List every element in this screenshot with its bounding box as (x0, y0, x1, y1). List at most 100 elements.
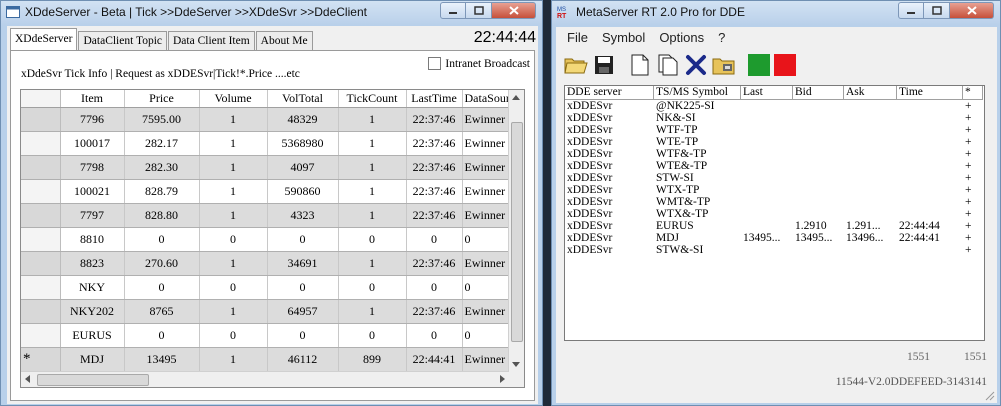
row-selector[interactable] (21, 131, 61, 156)
open-folder-button[interactable] (564, 53, 588, 77)
vertical-scroll-thumb[interactable] (511, 122, 523, 342)
cell-voltotal[interactable]: 0 (267, 227, 339, 252)
cell-item[interactable]: 7798 (60, 155, 125, 180)
row-selector[interactable] (21, 275, 61, 300)
cell-price[interactable]: 0 (124, 227, 200, 252)
list-item[interactable]: xDDESvr MDJ 13495... 13495... 13496... 22:44:… (565, 232, 984, 244)
cell-item[interactable]: EURUS (60, 323, 125, 348)
resize-grip-icon[interactable] (985, 391, 995, 401)
cell-voltotal[interactable]: 46112 (267, 347, 339, 372)
grid-horizontal-scrollbar[interactable] (21, 371, 509, 387)
cell-voltotal[interactable]: 0 (267, 275, 339, 300)
cell-tickcount[interactable]: 0 (338, 275, 407, 300)
cell-tickcount[interactable]: 1 (338, 203, 407, 228)
right-maximize-button[interactable] (924, 2, 950, 19)
table-row[interactable]: NKY 0 0 0 0 0 0 (21, 275, 524, 300)
cell-volume[interactable]: 1 (199, 299, 268, 324)
list-item[interactable]: xDDESvr WTX&-TP + (565, 208, 984, 220)
cell-price[interactable]: 0 (124, 323, 200, 348)
column-header-symbol[interactable]: TS/MS Symbol (654, 86, 741, 100)
cell-tickcount[interactable]: 1 (338, 299, 407, 324)
row-selector[interactable] (21, 107, 61, 132)
cell-tickcount[interactable]: 1 (338, 155, 407, 180)
column-header-star[interactable]: * (963, 86, 983, 100)
folder-settings-button[interactable] (712, 53, 736, 77)
column-header-tickcount[interactable]: TickCount (338, 90, 407, 108)
intranet-broadcast-option[interactable]: Intranet Broadcast (428, 57, 530, 70)
table-row[interactable]: 100021 828.79 1 590860 1 22:37:46 Ewinner (21, 179, 524, 204)
cell-lasttime[interactable]: 22:37:46 (406, 107, 463, 132)
cell-lasttime[interactable]: 22:44:41 (406, 347, 463, 372)
row-selector[interactable] (21, 179, 61, 204)
row-selector[interactable] (21, 251, 61, 276)
cell-tickcount[interactable]: 1 (338, 131, 407, 156)
copy-document-button[interactable] (656, 53, 680, 77)
row-selector-header[interactable] (21, 90, 61, 108)
table-row[interactable]: 8823 270.60 1 34691 1 22:37:46 Ewinner (21, 251, 524, 276)
column-header-voltotal[interactable]: VolTotal (267, 90, 339, 108)
cell-tickcount[interactable]: 899 (338, 347, 407, 372)
cell-item[interactable]: 100021 (60, 179, 125, 204)
cell-lasttime[interactable]: 22:37:46 (406, 203, 463, 228)
cell-tickcount[interactable]: 1 (338, 107, 407, 132)
cell-volume[interactable]: 0 (199, 323, 268, 348)
column-header-price[interactable]: Price (124, 90, 200, 108)
cell-item[interactable]: 8810 (60, 227, 125, 252)
list-item[interactable]: xDDESvr WTE-TP + (565, 136, 984, 148)
cell-item[interactable]: NKY (60, 275, 125, 300)
cell-lasttime[interactable]: 0 (406, 227, 463, 252)
new-document-button[interactable] (628, 53, 652, 77)
cell-price[interactable]: 0 (124, 275, 200, 300)
cell-lasttime[interactable]: 22:37:46 (406, 179, 463, 204)
cell-price[interactable]: 13495 (124, 347, 200, 372)
list-item[interactable]: xDDESvr STW&-SI + (565, 244, 984, 256)
tab-about-me[interactable]: About Me (255, 31, 313, 50)
cell-lasttime[interactable]: 22:37:46 (406, 251, 463, 276)
cell-volume[interactable]: 1 (199, 203, 268, 228)
table-row[interactable]: NKY202 8765 1 64957 1 22:37:46 Ewinner (21, 299, 524, 324)
table-row[interactable]: 8810 0 0 0 0 0 0 (21, 227, 524, 252)
list-item[interactable]: xDDESvr WMT&-TP + (565, 196, 984, 208)
scroll-down-arrow-icon[interactable] (512, 362, 520, 367)
list-item[interactable]: xDDESvr WTF&-TP + (565, 148, 984, 160)
grid-vertical-scrollbar[interactable] (508, 90, 524, 387)
cell-volume[interactable]: 1 (199, 131, 268, 156)
column-header-time[interactable]: Time (897, 86, 963, 100)
cell-lasttime[interactable]: 0 (406, 323, 463, 348)
cell-tickcount[interactable]: 1 (338, 179, 407, 204)
cell-volume[interactable]: 1 (199, 251, 268, 276)
column-header-last[interactable]: Last (741, 86, 793, 100)
column-header-ask[interactable]: Ask (844, 86, 897, 100)
cell-item[interactable]: NKY202 (60, 299, 125, 324)
column-header-lasttime[interactable]: LastTime (406, 90, 463, 108)
list-item[interactable]: xDDESvr NK&-SI + (565, 112, 984, 124)
right-minimize-button[interactable] (898, 2, 924, 19)
symbol-list[interactable]: DDE server TS/MS Symbol Last Bid Ask Tim… (564, 85, 985, 341)
right-titlebar[interactable]: MS RT MetaServer RT 2.0 Pro for DDE (552, 1, 1000, 25)
row-selector[interactable] (21, 155, 61, 180)
table-row[interactable]: 100017 282.17 1 5368980 1 22:37:46 Ewinner (21, 131, 524, 156)
cell-tickcount[interactable]: 0 (338, 227, 407, 252)
cell-voltotal[interactable]: 48329 (267, 107, 339, 132)
cell-price[interactable]: 828.80 (124, 203, 200, 228)
cell-voltotal[interactable]: 0 (267, 323, 339, 348)
column-header-volume[interactable]: Volume (199, 90, 268, 108)
left-titlebar[interactable]: XDdeServer - Beta | Tick >>DdeServer >>X… (1, 1, 542, 25)
maximize-button[interactable] (466, 2, 492, 19)
cell-tickcount[interactable]: 0 (338, 323, 407, 348)
green-start-button[interactable] (748, 54, 770, 76)
cell-volume[interactable]: 0 (199, 275, 268, 300)
list-item[interactable]: xDDESvr EURUS 1.2910 1.291... 22:44:44 + (565, 220, 984, 232)
row-selector[interactable] (21, 203, 61, 228)
cell-item[interactable]: 8823 (60, 251, 125, 276)
list-item[interactable]: xDDESvr STW-SI + (565, 172, 984, 184)
table-row[interactable]: 7797 828.80 1 4323 1 22:37:46 Ewinner (21, 203, 524, 228)
column-header-bid[interactable]: Bid (793, 86, 844, 100)
tick-data-grid[interactable]: Item Price Volume VolTotal TickCount Las… (20, 89, 525, 388)
cell-lasttime[interactable]: 22:37:46 (406, 299, 463, 324)
list-item[interactable]: xDDESvr WTE&-TP + (565, 160, 984, 172)
list-item[interactable]: xDDESvr WTF-TP + (565, 124, 984, 136)
cell-voltotal[interactable]: 5368980 (267, 131, 339, 156)
right-close-button[interactable] (950, 2, 994, 19)
tab-dataclient-topic[interactable]: DataClient Topic (78, 31, 167, 50)
